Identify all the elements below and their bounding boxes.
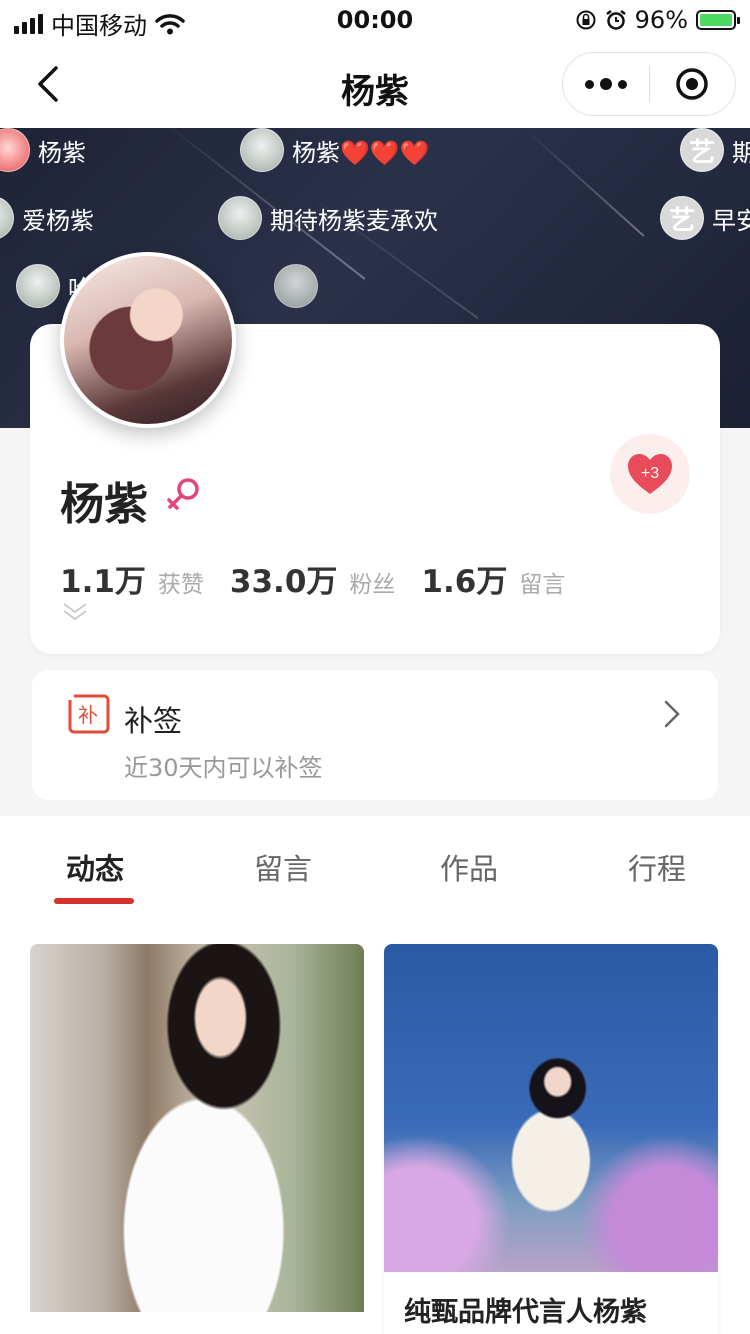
danmu-text: 爱杨紫 [22, 206, 94, 235]
chevron-right-icon [664, 700, 680, 728]
danmu-text: 期 [732, 138, 750, 167]
tab-dynamics[interactable]: 动态 [66, 846, 124, 888]
danmu-avatar [16, 264, 60, 308]
tab-messages[interactable]: 留言 [254, 846, 312, 888]
orientation-lock-icon [576, 10, 596, 30]
active-tab-indicator [54, 898, 134, 904]
stat-fans[interactable]: 33.0万 粉丝 [230, 556, 396, 601]
stat-likes[interactable]: 1.1万 获赞 [60, 556, 204, 601]
signin-icon-glyph: 补 [78, 703, 98, 727]
navigation-bar: 杨紫 [0, 40, 750, 128]
signin-title: 补签 [124, 704, 183, 738]
stat-label: 获赞 [157, 572, 204, 598]
target-close-icon [676, 68, 708, 100]
danmu-item[interactable]: 杨紫 [0, 128, 86, 172]
signin-subtitle: 近30天内可以补签 [124, 754, 323, 782]
profile-name: 杨紫 [60, 479, 148, 530]
danmu-text: 杨紫❤️❤️❤️ [292, 138, 430, 167]
danmu-text: 期待杨紫麦承欢 [270, 206, 438, 235]
stat-label: 粉丝 [349, 572, 396, 598]
stat-value: 1.6万 [421, 564, 508, 600]
heart-icon: +3 [628, 454, 672, 494]
expand-chevron-icon[interactable] [62, 602, 88, 622]
profile-avatar[interactable] [60, 252, 236, 428]
danmu-avatar [240, 128, 284, 172]
miniprogram-capsule [562, 52, 736, 116]
danmu-avatar [274, 264, 318, 308]
danmu-item[interactable]: 艺 期 [680, 128, 750, 172]
battery-icon [696, 10, 740, 30]
danmu-avatar: 艺 [660, 196, 704, 240]
makeup-signin-card[interactable]: 补 补签 近30天内可以补签 [32, 670, 718, 800]
danmu-avatar: 艺 [680, 128, 724, 172]
more-dot-icon [599, 78, 612, 90]
battery-percent: 96% [634, 6, 688, 34]
danmu-item[interactable]: 艺 早安 [660, 196, 750, 240]
female-gender-icon [167, 478, 199, 510]
stat-value: 33.0万 [229, 564, 338, 600]
post-image [30, 944, 364, 1312]
heart-like-button[interactable]: +3 [610, 434, 690, 514]
post-card[interactable] [30, 944, 364, 1324]
profile-stats: 1.1万 获赞 33.0万 粉丝 1.6万 留言 [60, 556, 591, 601]
banner-streak [524, 128, 645, 237]
danmu-text: 杨紫 [38, 138, 86, 167]
post-card[interactable]: 纯甄品牌代言人杨紫 [384, 944, 718, 1334]
content-section: 动态 留言 作品 行程 纯甄品牌代言人杨紫 [0, 816, 750, 1334]
stat-value: 1.1万 [60, 564, 146, 600]
stat-label: 留言 [519, 572, 566, 598]
stat-messages[interactable]: 1.6万 留言 [421, 556, 565, 601]
danmu-text: 早安 [712, 206, 750, 235]
danmu-item[interactable]: 杨紫❤️❤️❤️ [240, 128, 430, 172]
alarm-icon [605, 10, 626, 30]
more-button[interactable] [563, 53, 649, 115]
more-dot-icon [617, 79, 627, 89]
close-miniprogram-button[interactable] [650, 53, 736, 115]
danmu-avatar [0, 196, 14, 240]
post-image [384, 944, 718, 1272]
danmu-item[interactable] [274, 264, 326, 308]
danmu-avatar [0, 128, 30, 172]
makeup-signin-icon: 补 [68, 694, 110, 734]
more-dot-icon [584, 79, 594, 89]
tab-works[interactable]: 作品 [440, 846, 498, 888]
status-bar: 中国移动 00:00 96% [0, 0, 750, 40]
danmu-item[interactable]: 爱杨紫 [0, 196, 94, 240]
danmu-item[interactable]: 期待杨紫麦承欢 [218, 196, 438, 240]
like-badge-count: +3 [641, 465, 659, 482]
danmu-avatar [218, 196, 262, 240]
tab-schedule[interactable]: 行程 [628, 846, 686, 888]
profile-page: 中国移动 00:00 96% 杨紫 杨紫 杨紫❤️❤️❤️ 艺 期 爱杨紫 期待… [0, 0, 750, 1334]
post-caption: 纯甄品牌代言人杨紫 [404, 1297, 647, 1328]
